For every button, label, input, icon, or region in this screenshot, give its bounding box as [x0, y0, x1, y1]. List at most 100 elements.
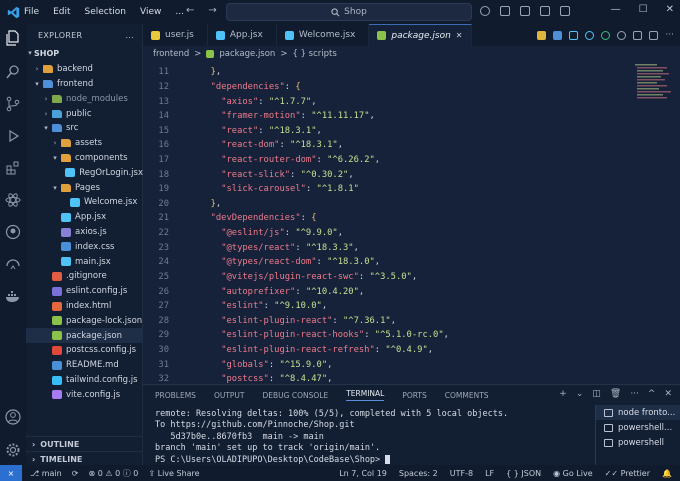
- terminal-instance[interactable]: node fronto...: [596, 405, 680, 420]
- terminal-output[interactable]: remote: Resolving deltas: 100% (5/5), co…: [155, 409, 585, 466]
- tree-item[interactable]: ▾ Pages: [26, 180, 143, 195]
- code-line[interactable]: 19 "slick-carousel": "^1.8.1": [143, 182, 623, 197]
- close-panel-icon[interactable]: ✕: [664, 389, 672, 399]
- explorer-more-button[interactable]: ...: [125, 31, 134, 40]
- code-line[interactable]: 23 "@types/react": "^18.3.3",: [143, 240, 623, 255]
- tree-item[interactable]: package-lock.json: [26, 314, 143, 329]
- tree-item[interactable]: main.jsx: [26, 254, 143, 269]
- tree-item[interactable]: eslint.config.js: [26, 284, 143, 299]
- panel-tab[interactable]: OUTPUT: [214, 391, 245, 400]
- json-icon[interactable]: [537, 30, 547, 40]
- prettier-indicator[interactable]: ✓✓ Prettier: [605, 469, 650, 478]
- code-line[interactable]: 20 },: [143, 197, 623, 212]
- code-line[interactable]: 26 "autoprefixer": "^10.4.20",: [143, 284, 623, 299]
- timeline-section[interactable]: › TIMELINE: [26, 451, 143, 466]
- panel-tab[interactable]: PROBLEMS: [155, 391, 196, 400]
- trash-icon[interactable]: 🗑: [610, 389, 621, 399]
- gitlens-icon[interactable]: [601, 30, 611, 40]
- code-line[interactable]: 15 "react": "^18.3.1",: [143, 123, 623, 138]
- panel-tab[interactable]: DEBUG CONSOLE: [263, 391, 329, 400]
- live-preview-icon[interactable]: [553, 30, 563, 40]
- tree-item[interactable]: RegOrLogin.jsx: [26, 166, 143, 181]
- workspace-root[interactable]: ▾ SHOP: [26, 46, 143, 61]
- terminal-line[interactable]: 5d37b0e..8670fb3 main -> main: [155, 432, 585, 443]
- toggle-panel-icon[interactable]: [520, 6, 530, 16]
- code-line[interactable]: 12 "dependencies": {: [143, 80, 623, 95]
- go-live-button[interactable]: ◉ Go Live: [553, 469, 593, 478]
- close-icon[interactable]: ✕: [666, 4, 674, 15]
- code-line[interactable]: 22 "@eslint/js": "^9.9.0",: [143, 226, 623, 241]
- minimap[interactable]: [623, 62, 680, 384]
- menu-selection[interactable]: Selection: [85, 7, 126, 17]
- encoding[interactable]: UTF-8: [450, 469, 473, 478]
- maximize-icon[interactable]: ☐: [639, 4, 648, 15]
- tree-item[interactable]: Welcome.jsx: [26, 195, 143, 210]
- react-icon[interactable]: [5, 192, 21, 208]
- code-line[interactable]: 21 "devDependencies": {: [143, 211, 623, 226]
- menu-file[interactable]: File: [24, 7, 39, 17]
- end-of-line[interactable]: LF: [485, 469, 494, 478]
- editor-tab[interactable]: user.js: [143, 24, 208, 46]
- terminal-line[interactable]: remote: Resolving deltas: 100% (5/5), co…: [155, 409, 585, 420]
- settings-gear-icon[interactable]: [5, 442, 21, 458]
- tree-item[interactable]: axios.js: [26, 225, 143, 240]
- github-icon[interactable]: [5, 224, 21, 240]
- forward-arrow-icon[interactable]: →: [208, 5, 216, 16]
- terminal-instance[interactable]: powershell...: [596, 420, 680, 435]
- chevron-down-icon[interactable]: ⌄: [576, 389, 584, 399]
- back-arrow-icon[interactable]: ←: [186, 5, 194, 16]
- tree-item[interactable]: .gitignore: [26, 269, 143, 284]
- code-line[interactable]: 31 "globals": "^15.9.0",: [143, 357, 623, 372]
- editor-tab[interactable]: App.jsx: [208, 24, 277, 46]
- accounts-icon[interactable]: [5, 409, 21, 425]
- tree-item[interactable]: package.json: [26, 328, 143, 343]
- source-control-icon[interactable]: [5, 96, 21, 112]
- code-line[interactable]: 27 "eslint": "^9.10.0",: [143, 299, 623, 314]
- minimize-icon[interactable]: —: [611, 4, 621, 15]
- code-line[interactable]: 28 "eslint-plugin-react": "^7.36.1",: [143, 314, 623, 329]
- live-share-button[interactable]: ⇪ Live Share: [148, 469, 199, 478]
- code-editor[interactable]: 11 }, 12 "dependencies": {13 "axios": "^1…: [143, 62, 623, 384]
- code-line[interactable]: 17 "react-router-dom": "^6.26.2",: [143, 153, 623, 168]
- code-line[interactable]: 16 "react-dom": "^18.3.1",: [143, 138, 623, 153]
- code-line[interactable]: 13 "axios": "^1.7.7",: [143, 94, 623, 109]
- open-changes-icon[interactable]: [633, 30, 643, 40]
- maximize-panel-icon[interactable]: ^: [648, 389, 656, 399]
- breadcrumb-folder[interactable]: frontend: [153, 49, 189, 59]
- code-line[interactable]: 11 },: [143, 65, 623, 80]
- code-line[interactable]: 29 "eslint-plugin-react-hooks": "^5.1.0-…: [143, 328, 623, 343]
- explorer-icon[interactable]: [5, 30, 21, 46]
- new-terminal-icon[interactable]: +: [559, 389, 567, 399]
- search-icon[interactable]: [5, 64, 21, 80]
- toggle-sidebar-icon[interactable]: [500, 6, 510, 16]
- terminal-line[interactable]: To https://github.com/Pinnoche/Shop.git: [155, 420, 585, 431]
- tree-item[interactable]: › backend: [26, 62, 143, 77]
- cursor-position[interactable]: Ln 7, Col 19: [339, 469, 387, 478]
- tree-item[interactable]: index.html: [26, 299, 143, 314]
- tree-item[interactable]: tailwind.config.js: [26, 373, 143, 388]
- code-line[interactable]: 30 "eslint-plugin-react-refresh": "^0.4.…: [143, 343, 623, 358]
- panel-tab[interactable]: COMMENTS: [445, 391, 489, 400]
- editor-tab[interactable]: package.json ✕: [369, 24, 472, 46]
- copilot-chat-icon[interactable]: [617, 30, 627, 40]
- indentation[interactable]: Spaces: 2: [399, 469, 438, 478]
- copilot-icon[interactable]: [480, 6, 490, 16]
- toggle-secondary-sidebar-icon[interactable]: [540, 6, 550, 16]
- tree-item[interactable]: › assets: [26, 136, 143, 151]
- branch-indicator[interactable]: ⎇ main: [30, 469, 62, 478]
- breadcrumb-symbol[interactable]: { } scripts: [292, 49, 336, 59]
- tree-item[interactable]: README.md: [26, 358, 143, 373]
- extensions-icon[interactable]: [5, 160, 21, 176]
- panel-more-button[interactable]: ···: [630, 389, 639, 399]
- customize-layout-icon[interactable]: [560, 6, 570, 16]
- tree-item[interactable]: ▾ frontend: [26, 77, 143, 92]
- menu-edit[interactable]: Edit: [53, 7, 70, 17]
- breadcrumb-file[interactable]: package.json: [219, 49, 275, 59]
- command-center-search[interactable]: Shop: [226, 3, 472, 21]
- code-line[interactable]: 14 "framer-motion": "^11.11.17",: [143, 109, 623, 124]
- tree-item[interactable]: › public: [26, 106, 143, 121]
- close-tab-icon[interactable]: ✕: [456, 31, 463, 40]
- code-line[interactable]: 24 "@types/react-dom": "^18.3.0",: [143, 255, 623, 270]
- terminal-line[interactable]: branch 'main' set up to track 'origin/ma…: [155, 443, 585, 454]
- notifications-bell-icon[interactable]: 🔔: [662, 469, 672, 478]
